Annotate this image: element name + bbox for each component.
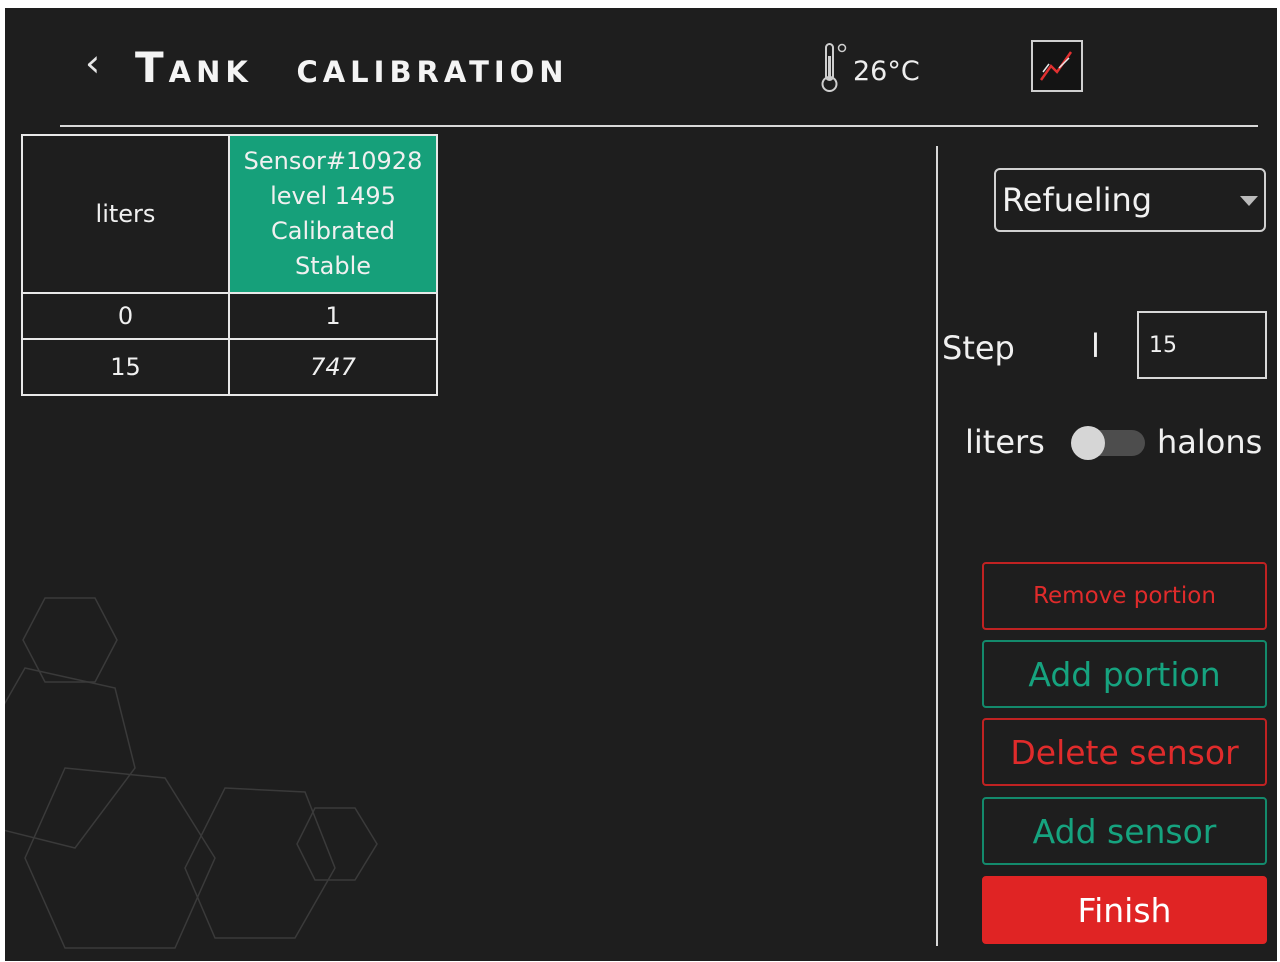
unit-toggle[interactable] bbox=[1071, 426, 1145, 460]
mode-selected-value: Refueling bbox=[1002, 181, 1153, 219]
sensor-level: level 1495 bbox=[270, 182, 396, 210]
chevron-left-icon[interactable]: ‹ bbox=[85, 38, 100, 88]
chart-button[interactable] bbox=[1031, 40, 1083, 92]
calibration-table: liters Sensor#10928 level 1495 Calibrate… bbox=[21, 134, 438, 396]
unit-option-halons: halons bbox=[1157, 423, 1263, 461]
delete-sensor-button[interactable]: Delete sensor bbox=[982, 718, 1267, 786]
toggle-knob bbox=[1071, 426, 1105, 460]
finish-button[interactable]: Finish bbox=[982, 876, 1267, 944]
table-row[interactable]: 15 747 bbox=[21, 338, 438, 396]
liters-cell[interactable]: 0 bbox=[21, 292, 230, 340]
sensor-stability-status: Stable bbox=[294, 252, 372, 280]
thermometer-icon bbox=[821, 43, 847, 92]
sensor-id: Sensor#10928 bbox=[243, 147, 423, 175]
header: ‹ Tank calibration 26°C bbox=[5, 8, 1277, 128]
liters-cell[interactable]: 15 bbox=[21, 338, 230, 396]
add-portion-button[interactable]: Add portion bbox=[982, 640, 1267, 708]
panel-divider bbox=[936, 146, 938, 946]
app-screen: ‹ Tank calibration 26°C liters Sensor#10… bbox=[5, 8, 1277, 961]
header-divider bbox=[60, 125, 1258, 127]
page-title: Tank calibration bbox=[135, 43, 569, 92]
temperature-readout: 26°C bbox=[853, 56, 920, 87]
mode-dropdown[interactable]: Refueling bbox=[994, 168, 1266, 232]
step-label: Step bbox=[942, 329, 1015, 367]
sensor-calibration-status: Calibrated bbox=[270, 217, 396, 245]
chevron-down-icon bbox=[1240, 196, 1258, 206]
add-sensor-button[interactable]: Add sensor bbox=[982, 797, 1267, 865]
sensor-column-header[interactable]: Sensor#10928 level 1495 Calibrated Stabl… bbox=[228, 134, 438, 294]
table-row[interactable]: 0 1 bbox=[21, 292, 438, 340]
hexagon-background-decoration bbox=[5, 597, 378, 949]
unit-option-liters: liters bbox=[965, 423, 1045, 461]
column-header-liters: liters bbox=[21, 134, 230, 294]
sensor-value-cell[interactable]: 747 bbox=[228, 338, 438, 396]
sensor-value-cell[interactable]: 1 bbox=[228, 292, 438, 340]
step-unit-label: l bbox=[1091, 327, 1100, 365]
step-input[interactable] bbox=[1137, 311, 1267, 379]
chart-icon bbox=[1039, 51, 1073, 81]
remove-portion-button[interactable]: Remove portion bbox=[982, 562, 1267, 630]
